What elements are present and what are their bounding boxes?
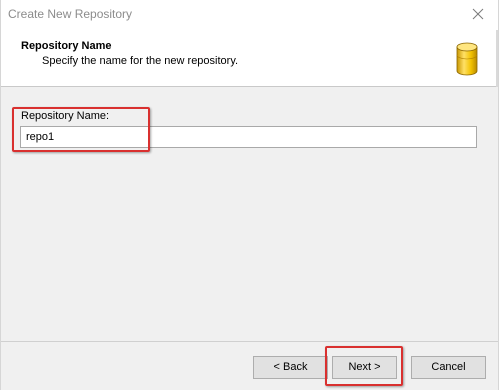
back-button[interactable]: < Back [253, 356, 328, 379]
page-title: Repository Name [21, 40, 112, 52]
close-icon [472, 8, 484, 20]
footer-divider [1, 341, 498, 342]
create-repository-dialog: Create New Repository Repository Name Sp… [0, 0, 499, 390]
database-icon [456, 42, 478, 76]
repository-name-input[interactable] [20, 126, 477, 148]
close-button[interactable] [458, 0, 498, 30]
page-subtitle: Specify the name for the new repository. [42, 55, 239, 67]
header-edge [496, 30, 498, 87]
title-bar: Create New Repository [1, 0, 498, 30]
repository-name-label: Repository Name: [21, 110, 110, 122]
window-title: Create New Repository [8, 7, 133, 21]
next-button[interactable]: Next > [332, 356, 397, 379]
wizard-header: Repository Name Specify the name for the… [1, 30, 498, 87]
cancel-button[interactable]: Cancel [411, 356, 486, 379]
wizard-content: Repository Name: [1, 88, 498, 340]
